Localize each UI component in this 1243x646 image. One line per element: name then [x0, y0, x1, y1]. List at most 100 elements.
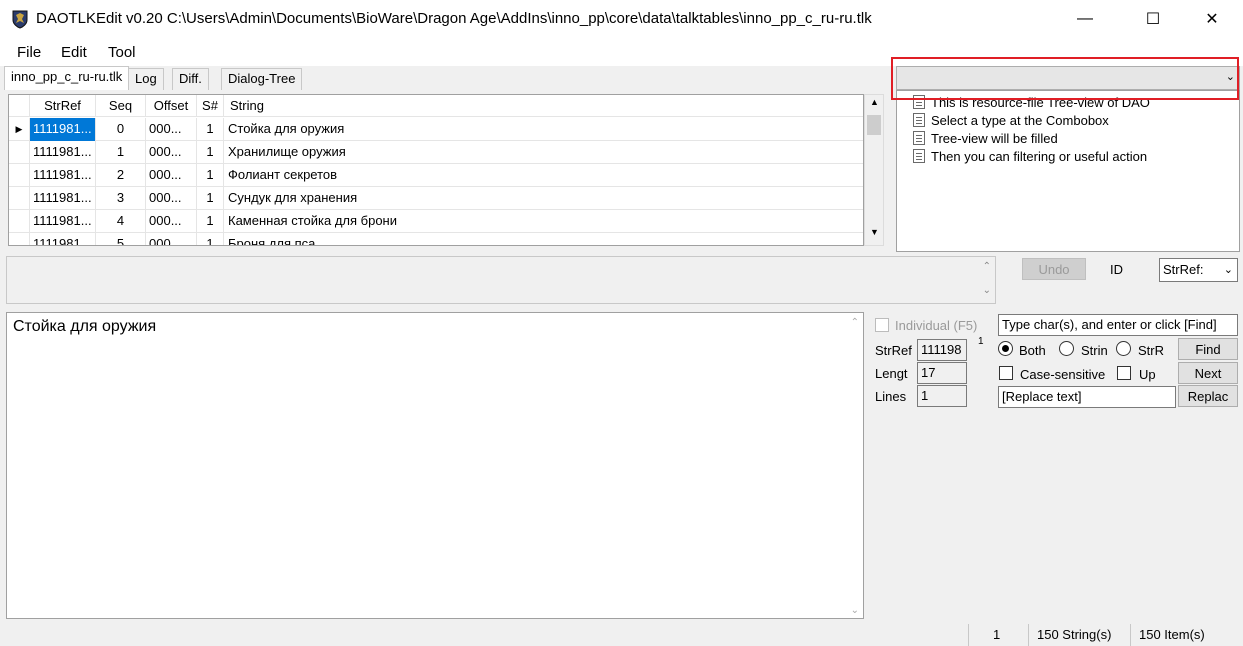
tab-tlk-file[interactable]: inno_pp_c_ru-ru.tlk [4, 66, 130, 90]
cell-seq[interactable]: 2 [96, 164, 146, 187]
scroll-down-icon[interactable]: ⌄ [983, 285, 991, 296]
column-strref[interactable]: StrRef [30, 95, 96, 117]
menu-tool[interactable]: Tool [108, 44, 136, 61]
cell-seq[interactable]: 5 [96, 233, 146, 245]
id-select-value: StrRef: [1163, 262, 1204, 277]
cell-offset[interactable]: 000... [146, 118, 197, 141]
resource-tree-view[interactable]: This is resource-file Tree-view of DAO S… [896, 90, 1240, 252]
row-header [9, 141, 30, 164]
cell-snum[interactable]: 1 [197, 141, 224, 164]
id-select[interactable]: StrRef: ⌄ [1159, 258, 1238, 282]
row-header [9, 164, 30, 187]
cell-strref[interactable]: 1111981... [30, 118, 96, 141]
tree-item-label: Tree-view will be filled [931, 130, 1058, 146]
scroll-up-icon[interactable]: ⌃ [983, 261, 991, 272]
cell-string[interactable]: Каменная стойка для брони [224, 210, 863, 233]
window-title: DAOTLKEdit v0.20 C:\Users\Admin\Document… [36, 10, 872, 27]
column-string[interactable]: String [224, 95, 863, 117]
strref-label: StrRef [875, 343, 912, 358]
document-icon [913, 149, 925, 163]
case-sensitive-label: Case-sensitive [1020, 367, 1106, 382]
tree-item[interactable]: Select a type at the Combobox [913, 111, 1109, 129]
cell-snum[interactable]: 1 [197, 187, 224, 210]
cell-seq[interactable]: 4 [96, 210, 146, 233]
tree-item[interactable]: Then you can filtering or useful action [913, 147, 1147, 165]
column-seq[interactable]: Seq [96, 95, 146, 117]
cell-string[interactable]: Хранилище оружия [224, 141, 863, 164]
scroll-down-icon[interactable]: ▼ [870, 227, 879, 237]
undo-button[interactable]: Undo [1022, 258, 1086, 280]
tab-log[interactable]: Log [128, 68, 164, 90]
column-offset[interactable]: Offset [146, 95, 197, 117]
find-button[interactable]: Find [1178, 338, 1238, 360]
cell-seq[interactable]: 1 [96, 141, 146, 164]
cell-string[interactable]: Стойка для оружия [224, 118, 863, 141]
scroll-down-icon[interactable]: ⌄ [851, 605, 859, 616]
table-row[interactable]: ▶ 1111981... 0 000... 1 Стойка для оружи… [9, 118, 863, 141]
comment-textbox[interactable]: ⌃ ⌄ [6, 256, 996, 304]
cell-strref[interactable]: 1111981... [30, 141, 96, 164]
up-checkbox[interactable] [1117, 366, 1131, 380]
status-items: 150 Item(s) [1130, 624, 1230, 646]
grid-header: StrRef Seq Offset S# String [9, 95, 863, 117]
close-button[interactable]: ✕ [1189, 0, 1235, 38]
radio-string[interactable] [1059, 341, 1074, 356]
tree-item-label: Then you can filtering or useful action [931, 148, 1148, 164]
cell-string[interactable]: Броня для пса [224, 233, 863, 245]
column-snum[interactable]: S# [197, 95, 224, 117]
cell-offset[interactable]: 000... [146, 233, 197, 245]
cell-strref[interactable]: 1111981... [30, 210, 96, 233]
cell-strref[interactable]: 1111981... [30, 187, 96, 210]
string-editor[interactable]: Стойка для оружия ⌃ ⌄ [6, 312, 864, 619]
scroll-up-icon[interactable]: ▲ [870, 97, 879, 107]
maximize-button[interactable]: ☐ [1130, 0, 1176, 38]
editor-text[interactable]: Стойка для оружия [13, 318, 156, 336]
cell-offset[interactable]: 000... [146, 187, 197, 210]
cell-snum[interactable]: 1 [197, 164, 224, 187]
status-strings: 150 String(s) [1028, 624, 1130, 646]
cell-string[interactable]: Сундук для хранения [224, 187, 863, 210]
radio-both[interactable] [998, 341, 1013, 356]
close-icon: ✕ [1205, 11, 1219, 28]
strings-grid[interactable]: StrRef Seq Offset S# String ▶ 1111981...… [8, 94, 864, 246]
grid-scrollbar[interactable]: ▲ ▼ [864, 94, 884, 246]
find-input[interactable]: Type char(s), and enter or click [Find] [998, 314, 1238, 336]
table-row[interactable]: 1111981... 4 000... 1 Каменная стойка дл… [9, 210, 863, 233]
table-row[interactable]: 1111981... 2 000... 1 Фолиант секретов [9, 164, 863, 187]
individual-checkbox[interactable] [875, 318, 889, 332]
length-field[interactable]: 17 [917, 362, 967, 384]
replace-button[interactable]: Replac [1178, 385, 1238, 407]
cell-seq[interactable]: 0 [96, 118, 146, 141]
strref-field[interactable]: 111198 [917, 339, 967, 361]
current-row-arrow-icon: ▶ [9, 118, 30, 141]
lines-field[interactable]: 1 [917, 385, 967, 407]
cell-seq[interactable]: 3 [96, 187, 146, 210]
scrollbar-thumb[interactable] [867, 115, 881, 135]
cell-snum[interactable]: 1 [197, 118, 224, 141]
radio-both-label: Both [1019, 343, 1046, 358]
menu-edit[interactable]: Edit [61, 44, 87, 61]
case-sensitive-checkbox[interactable] [999, 366, 1013, 380]
chevron-down-icon: ⌄ [1223, 264, 1233, 276]
cell-offset[interactable]: 000... [146, 141, 197, 164]
up-label: Up [1139, 367, 1156, 382]
radio-strref[interactable] [1116, 341, 1131, 356]
tab-dialog-tree[interactable]: Dialog-Tree [221, 68, 303, 90]
tree-item[interactable]: Tree-view will be filled [913, 129, 1058, 147]
table-row[interactable]: 1111981... 5 000... 1 Броня для пса [9, 233, 863, 245]
cell-snum[interactable]: 1 [197, 233, 224, 245]
menu-file[interactable]: File [17, 44, 41, 61]
cell-snum[interactable]: 1 [197, 210, 224, 233]
next-button[interactable]: Next [1178, 362, 1238, 384]
table-row[interactable]: 1111981... 1 000... 1 Хранилище оружия [9, 141, 863, 164]
cell-strref[interactable]: 1111981... [30, 233, 96, 245]
scroll-up-icon[interactable]: ⌃ [851, 317, 859, 328]
cell-strref[interactable]: 1111981... [30, 164, 96, 187]
cell-offset[interactable]: 000... [146, 210, 197, 233]
cell-string[interactable]: Фолиант секретов [224, 164, 863, 187]
cell-offset[interactable]: 000... [146, 164, 197, 187]
minimize-button[interactable]: — [1062, 0, 1108, 38]
tab-diff[interactable]: Diff. [172, 68, 209, 90]
replace-input[interactable]: [Replace text] [998, 386, 1176, 408]
table-row[interactable]: 1111981... 3 000... 1 Сундук для хранени… [9, 187, 863, 210]
